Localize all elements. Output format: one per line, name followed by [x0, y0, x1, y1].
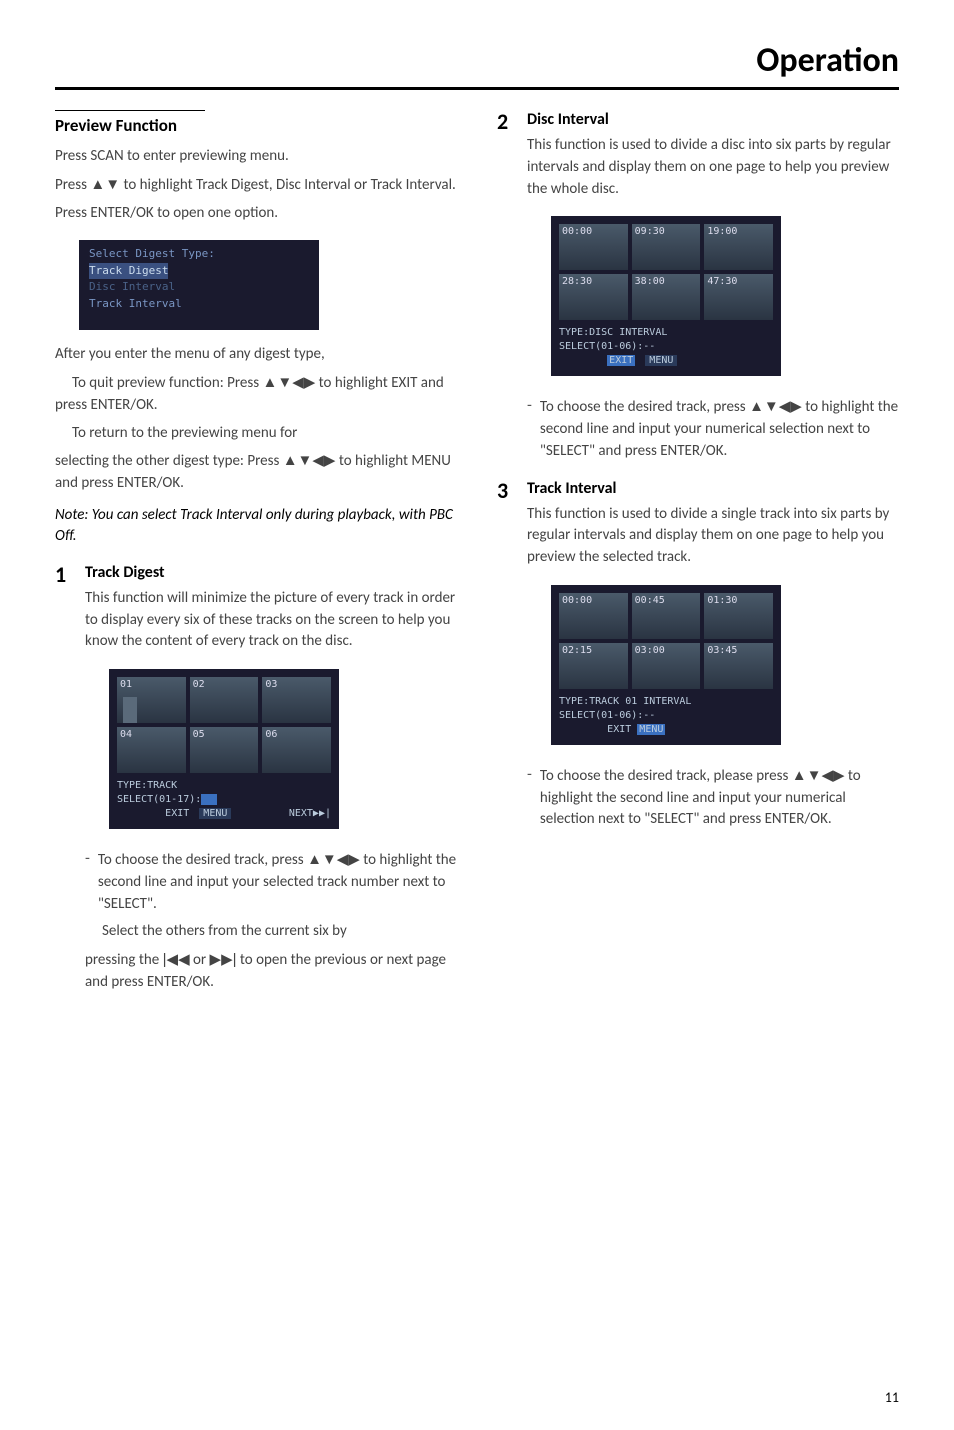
tail-line: Select the others from the current six b… [85, 921, 457, 943]
thumb: 03 [262, 677, 331, 723]
thumb: 01 [117, 677, 186, 723]
shot-footer-next: NEXT▶▶| [289, 807, 331, 821]
item-number: 2 [497, 110, 515, 134]
item-body: This function is used to divide a single… [527, 504, 899, 569]
prev-icon: |◀◀ [163, 951, 190, 968]
intro-line-3: Press ENTER/OK to open one option. [55, 203, 457, 225]
item-title: Track Digest [85, 563, 457, 582]
intro-line-2: Press ▲▼ to highlight Track Digest, Disc… [55, 174, 457, 197]
menu-line: Disc Interval [89, 279, 309, 296]
quit-line: To quit preview function: Press ▲▼◀▶ to … [55, 372, 457, 417]
thumb: 03:00 [632, 643, 701, 689]
thumb: 02:15 [559, 643, 628, 689]
shot-footer-select: SELECT(01-06):-- [559, 340, 773, 354]
arrows-icon: ▲▼◀▶ [283, 452, 336, 469]
shot-footer-menu: MENU [645, 355, 677, 366]
menu-line: Track Interval [89, 296, 309, 313]
return-line-1: To return to the previewing menu for [55, 423, 457, 445]
arrows-icon: ▲▼◀▶ [792, 767, 845, 784]
thumb: 38:00 [632, 274, 701, 320]
return-line-2: selecting the other digest type: Press ▲… [55, 450, 457, 495]
item-number: 3 [497, 479, 515, 503]
page-number: 11 [885, 1389, 899, 1406]
thumb: 00:45 [632, 593, 701, 639]
shot-footer-menu: MENU [199, 808, 231, 819]
thumb: 02 [190, 677, 259, 723]
menu-line: Track Digest [89, 263, 168, 280]
thumb: 04 [117, 727, 186, 773]
title-rule [55, 87, 899, 90]
dash-icon: - [85, 849, 90, 868]
thumb: 06 [262, 727, 331, 773]
note-text: Note: You can select Track Interval only… [55, 505, 457, 547]
disc-interval-screenshot: 00:00 09:30 19:00 28:30 38:00 47:30 TYPE… [551, 216, 781, 376]
dash-text: To choose the desired track, press ▲▼◀▶ … [540, 396, 899, 462]
tail-line: pressing the |◀◀ or ▶▶| to open the prev… [85, 949, 457, 994]
shot-footer-exit: EXIT [607, 724, 631, 735]
shot-footer-exit: EXIT [165, 808, 189, 819]
left-column: Preview Function Press SCAN to enter pre… [55, 110, 457, 1008]
next-icon: ▶▶| [210, 951, 237, 968]
page-title: Operation [55, 40, 899, 81]
item-title: Disc Interval [527, 110, 899, 129]
track-digest-screenshot: 01 02 03 04 05 06 TYPE:TRACK SELECT(01-1… [109, 669, 339, 829]
item-body: This function will minimize the picture … [85, 588, 457, 653]
shot-footer-menu: MENU [637, 724, 665, 735]
shot-footer-select: SELECT(01-17): [117, 794, 201, 805]
dash-text: To choose the desired track, press ▲▼◀▶ … [98, 849, 457, 915]
dash-icon: - [527, 396, 532, 415]
item-body: This function is used to divide a disc i… [527, 135, 899, 200]
section-rule [55, 110, 205, 111]
intro-line-1: Press SCAN to enter previewing menu. [55, 146, 457, 168]
arrows-icon: ▲▼◀▶ [749, 398, 802, 415]
shot-footer-exit: EXIT [607, 355, 635, 366]
thumb: 47:30 [704, 274, 773, 320]
right-column: 2 Disc Interval This function is used to… [497, 110, 899, 1008]
digest-menu-screenshot: Select Digest Type: Track Digest Disc In… [79, 240, 319, 330]
item-number: 1 [55, 563, 73, 587]
dash-icon: - [527, 765, 532, 784]
thumb: 09:30 [632, 224, 701, 270]
thumb: 28:30 [559, 274, 628, 320]
thumb: 00:00 [559, 224, 628, 270]
thumb: 03:45 [704, 643, 773, 689]
after-menu-line: After you enter the menu of any digest t… [55, 344, 457, 366]
section-header: Preview Function [55, 115, 457, 136]
item-title: Track Interval [527, 479, 899, 498]
thumb: 00:00 [559, 593, 628, 639]
shot-footer-type: TYPE:TRACK [117, 779, 331, 793]
shot-footer-select: SELECT(01-06):-- [559, 709, 773, 723]
updown-icon: ▲▼ [90, 176, 120, 193]
dash-text: To choose the desired track, please pres… [540, 765, 899, 831]
thumb: 19:00 [704, 224, 773, 270]
track-interval-screenshot: 00:00 00:45 01:30 02:15 03:00 03:45 TYPE… [551, 585, 781, 745]
thumb: 05 [190, 727, 259, 773]
arrows-icon: ▲▼◀▶ [307, 851, 360, 868]
menu-line: Select Digest Type: [89, 246, 309, 263]
arrows-icon: ▲▼◀▶ [263, 374, 316, 391]
shot-footer-type: TYPE:DISC INTERVAL [559, 326, 773, 340]
shot-footer-type: TYPE:TRACK 01 INTERVAL [559, 695, 773, 709]
thumb: 01:30 [704, 593, 773, 639]
